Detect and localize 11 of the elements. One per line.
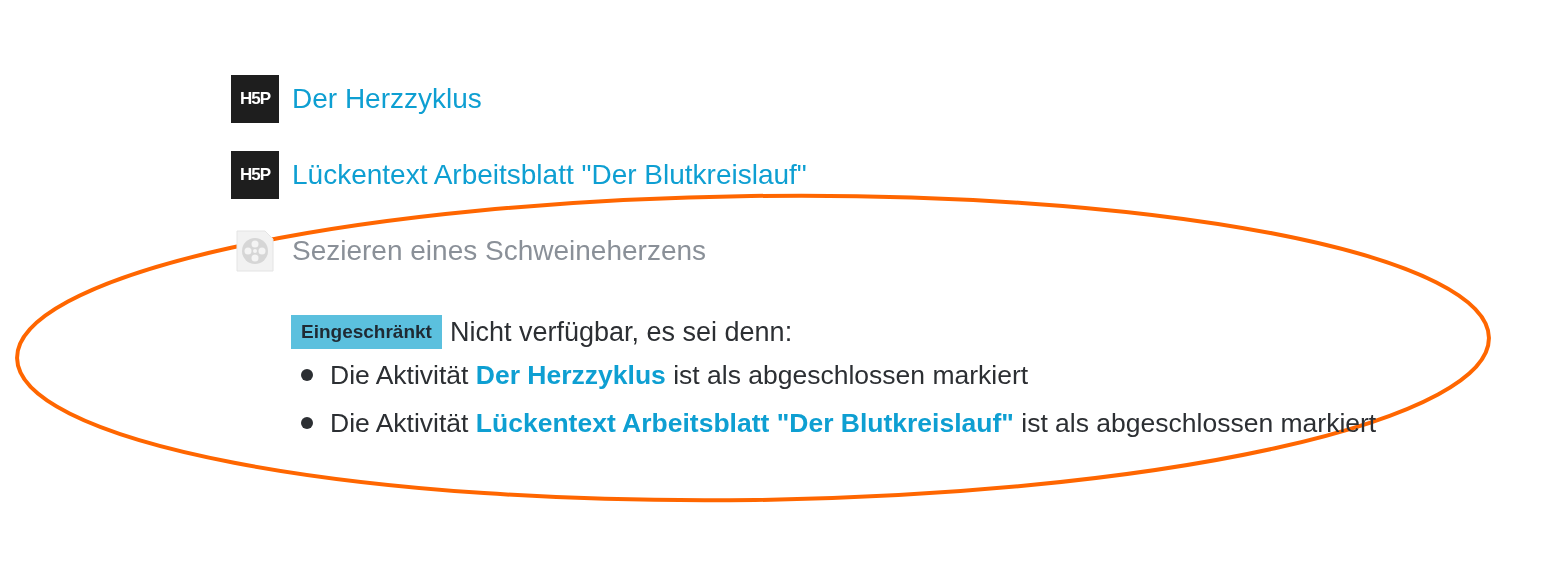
condition-text: Die Aktivität Der Herzzyklus ist als abgeschlossen markiert <box>330 359 1029 391</box>
h5p-logo-icon: H5P <box>231 75 279 123</box>
bullet-icon <box>301 369 313 381</box>
condition-text: Die Aktivität Lückentext Arbeitsblatt "Der Blutkreislauf" ist als abgeschlossen markiert <box>330 407 1377 439</box>
restricted-badge: Eingeschränkt <box>291 315 442 349</box>
restriction-text: Nicht verfügbar, es sei denn: <box>449 316 793 348</box>
h5p-logo-icon: H5P <box>231 151 279 199</box>
activity-link[interactable]: Lückentext Arbeitsblatt "Der Blutkreislauf" <box>292 159 807 191</box>
activity-title: Sezieren eines Schweineherzens <box>292 235 707 267</box>
activity-link[interactable]: Der Herzzyklus <box>292 83 482 115</box>
bullet-icon <box>301 417 313 429</box>
